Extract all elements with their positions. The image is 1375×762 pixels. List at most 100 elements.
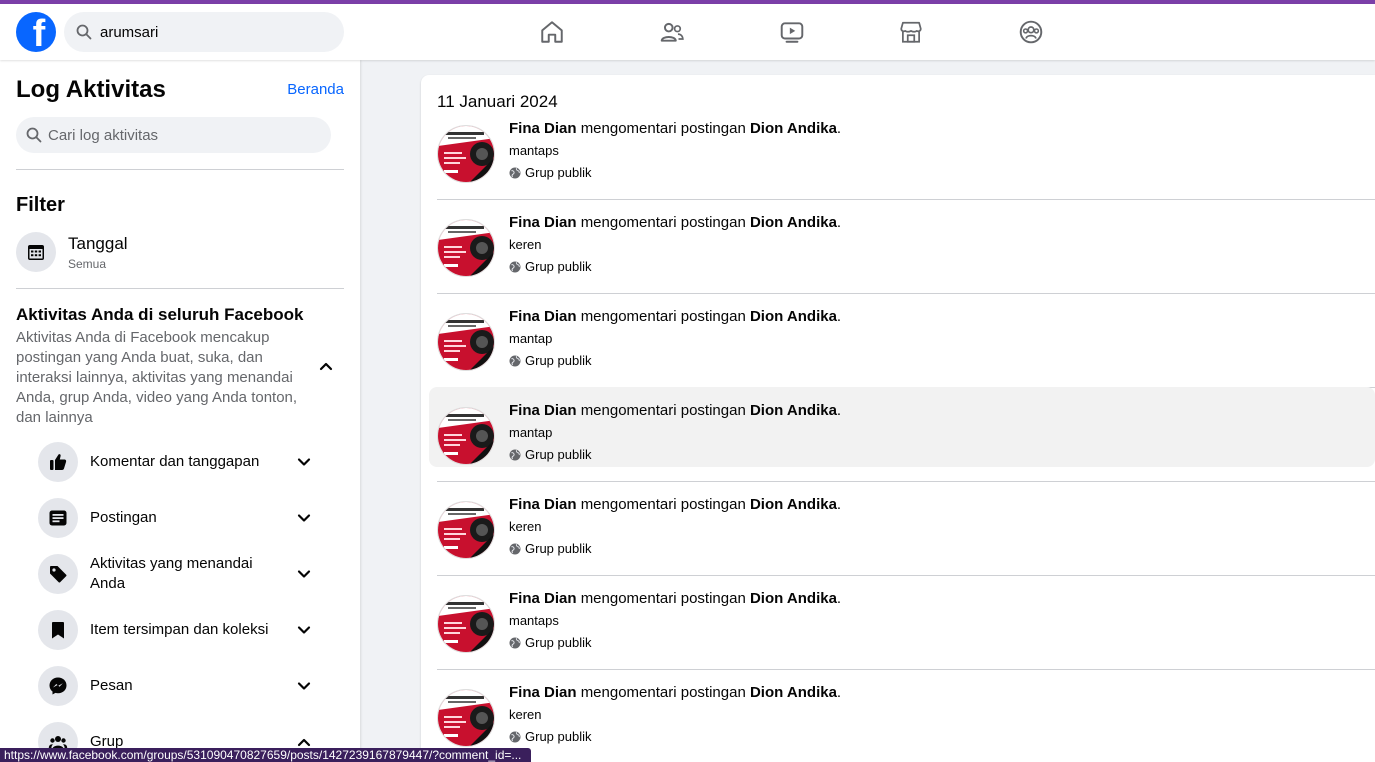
comment-text: keren: [509, 519, 542, 534]
activity-entry[interactable]: Fina Dian mengomentari postingan Dion An…: [421, 299, 1375, 393]
category-messages[interactable]: Pesan: [38, 664, 328, 708]
groups-icon[interactable]: [1017, 18, 1045, 46]
target-name[interactable]: Dion Andika: [750, 684, 837, 701]
friends-icon[interactable]: [658, 18, 686, 46]
row-divider: [437, 481, 1375, 482]
target-name[interactable]: Dion Andika: [750, 120, 837, 137]
target-name[interactable]: Dion Andika: [750, 402, 837, 419]
global-search[interactable]: [64, 12, 344, 52]
action-text: mengomentari postingan: [580, 684, 746, 701]
chevron-down-icon[interactable]: [294, 452, 314, 472]
category-comments-reactions[interactable]: Komentar dan tanggapan: [38, 440, 328, 484]
audience: Grup publik: [509, 541, 591, 556]
activity-entry[interactable]: Fina Dian mengomentari postingan Dion An…: [429, 387, 1375, 467]
top-navigation-bar: f: [0, 4, 1375, 60]
search-icon: [26, 127, 42, 143]
row-divider: [437, 669, 1375, 670]
post-thumbnail[interactable]: [437, 689, 495, 747]
activity-entry[interactable]: Fina Dian mengomentari postingan Dion An…: [421, 111, 1375, 205]
activity-entry[interactable]: Fina Dian mengomentari postingan Dion An…: [421, 581, 1375, 675]
activity-section-title: Aktivitas Anda di seluruh Facebook: [16, 305, 304, 324]
messenger-icon: [38, 666, 78, 706]
category-label: Postingan: [90, 509, 157, 526]
category-label: Komentar dan tanggapan: [90, 453, 260, 470]
category-label: Aktivitas yang menandai Anda: [90, 555, 253, 592]
post-thumbnail[interactable]: [437, 595, 495, 653]
target-name[interactable]: Dion Andika: [750, 590, 837, 607]
home-icon[interactable]: [538, 18, 566, 46]
globe-icon: [509, 167, 525, 179]
actor-name[interactable]: Fina Dian: [509, 120, 577, 137]
comment-text: mantaps: [509, 143, 559, 158]
activity-search-input[interactable]: [48, 126, 308, 144]
action-text: mengomentari postingan: [580, 308, 746, 325]
activity-entry[interactable]: Fina Dian mengomentari postingan Dion An…: [421, 487, 1375, 581]
chevron-down-icon[interactable]: [294, 620, 314, 640]
audience-label: Grup publik: [525, 353, 592, 368]
activity-entry[interactable]: Fina Dian mengomentari postingan Dion An…: [421, 205, 1375, 299]
chevron-down-icon[interactable]: [294, 508, 314, 528]
action-text: mengomentari postingan: [580, 214, 746, 231]
row-divider: [437, 293, 1375, 294]
activity-description: Fina Dian mengomentari postingan Dion An…: [509, 308, 842, 325]
target-name[interactable]: Dion Andika: [750, 308, 837, 325]
action-text: mengomentari postingan: [580, 402, 746, 419]
category-label: Item tersimpan dan koleksi: [90, 621, 269, 638]
audience-label: Grup publik: [525, 541, 592, 556]
globe-icon: [509, 261, 525, 273]
divider: [16, 169, 344, 170]
category-posts[interactable]: Postingan: [38, 496, 328, 540]
audience: Grup publik: [509, 729, 591, 744]
row-divider: [437, 575, 1375, 576]
marketplace-icon[interactable]: [897, 18, 925, 46]
actor-name[interactable]: Fina Dian: [509, 308, 577, 325]
activity-description: Fina Dian mengomentari postingan Dion An…: [509, 120, 842, 137]
action-text: mengomentari postingan: [580, 496, 746, 513]
chevron-down-icon[interactable]: [294, 676, 314, 696]
audience-label: Grup publik: [525, 729, 592, 744]
comment-text: keren: [509, 707, 542, 722]
post-thumbnail[interactable]: [437, 219, 495, 277]
activity-search[interactable]: [16, 117, 331, 153]
chevron-down-icon[interactable]: [294, 564, 314, 584]
actor-name[interactable]: Fina Dian: [509, 402, 577, 419]
globe-icon: [509, 731, 525, 743]
audience: Grup publik: [509, 165, 591, 180]
globe-icon: [509, 543, 525, 555]
audience: Grup publik: [509, 635, 591, 650]
activity-description: Fina Dian mengomentari postingan Dion An…: [509, 684, 842, 701]
audience-label: Grup publik: [525, 447, 592, 462]
activity-entry[interactable]: Fina Dian mengomentari postingan Dion An…: [421, 675, 1375, 762]
activity-description: Fina Dian mengomentari postingan Dion An…: [509, 496, 842, 513]
actor-name[interactable]: Fina Dian: [509, 684, 577, 701]
target-name[interactable]: Dion Andika: [750, 214, 837, 231]
comment-text: mantap: [509, 331, 553, 346]
activity-description: Fina Dian mengomentari postingan Dion An…: [509, 590, 842, 607]
target-name[interactable]: Dion Andika: [750, 496, 837, 513]
chevron-up-icon[interactable]: [316, 356, 336, 376]
post-thumbnail[interactable]: [437, 407, 495, 465]
global-search-input[interactable]: [100, 23, 320, 41]
post-thumbnail[interactable]: [437, 313, 495, 371]
facebook-logo[interactable]: f: [16, 12, 56, 52]
actor-name[interactable]: Fina Dian: [509, 590, 577, 607]
bookmark-icon: [38, 610, 78, 650]
date-filter[interactable]: Tanggal Semua: [16, 232, 128, 272]
thumbs-up-icon: [38, 442, 78, 482]
post-thumbnail[interactable]: [437, 125, 495, 183]
comment-text: keren: [509, 237, 542, 252]
globe-icon: [509, 449, 525, 461]
home-link[interactable]: Beranda: [287, 81, 344, 98]
category-tagged-activity[interactable]: Aktivitas yang menandai Anda: [38, 552, 328, 596]
filter-heading: Filter: [16, 194, 65, 216]
post-thumbnail[interactable]: [437, 501, 495, 559]
category-saved-items[interactable]: Item tersimpan dan koleksi: [38, 608, 328, 652]
audience: Grup publik: [509, 259, 591, 274]
video-icon[interactable]: [778, 18, 806, 46]
audience-label: Grup publik: [525, 635, 592, 650]
globe-icon: [509, 355, 525, 367]
actor-name[interactable]: Fina Dian: [509, 496, 577, 513]
actor-name[interactable]: Fina Dian: [509, 214, 577, 231]
activity-section-description: Aktivitas Anda di Facebook mencakup post…: [16, 329, 298, 426]
date-filter-value: Semua: [68, 256, 107, 271]
